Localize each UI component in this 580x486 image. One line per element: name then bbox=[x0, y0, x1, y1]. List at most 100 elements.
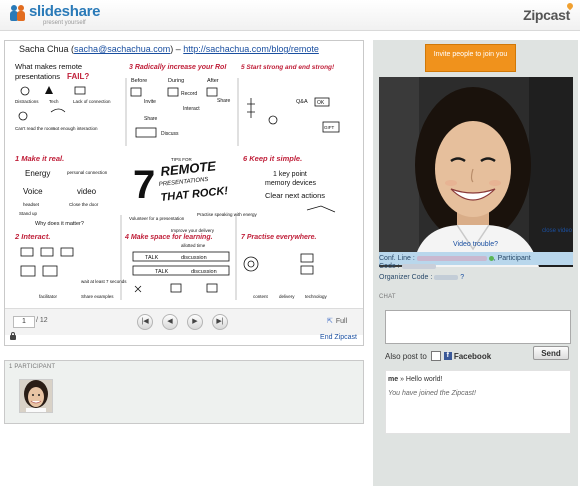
q-title-1: What makes remote bbox=[15, 62, 82, 71]
tip5-item-0: Q&A bbox=[296, 99, 308, 105]
tip7-item-2: technology bbox=[305, 294, 328, 299]
also-post-row: Also post to f Facebook bbox=[385, 351, 491, 361]
q-item-0: Distractions bbox=[15, 99, 39, 104]
logo-name: slideshare bbox=[29, 3, 101, 20]
tip1-item-6: Close the door bbox=[69, 202, 99, 207]
author-name: Sacha Chua bbox=[19, 44, 69, 54]
tip2-title: 2 Interact. bbox=[14, 232, 50, 241]
top-bar: slideshare present yourself Zipcast bbox=[0, 0, 580, 31]
conf-line-redacted bbox=[416, 255, 487, 261]
presentation-url-link[interactable]: http://sachachua.com/blog/remote bbox=[183, 44, 319, 54]
facebook-icon: f bbox=[443, 352, 452, 360]
participant-avatar[interactable] bbox=[19, 379, 53, 413]
end-zipcast-link[interactable]: End Zipcast bbox=[320, 334, 357, 341]
tip1-item-3: video bbox=[77, 187, 97, 196]
participants-count-label: 1 PARTICIPANT bbox=[9, 364, 56, 370]
tip6-item-0: 1 key point bbox=[273, 171, 307, 178]
tip7-item-1: delivery bbox=[279, 294, 295, 299]
tip3-item-0: Before bbox=[131, 78, 147, 84]
tip1-title: 1 Make it real. bbox=[15, 154, 64, 163]
fullscreen-icon: ⇱ bbox=[327, 318, 333, 325]
tip3-item-7: Interact bbox=[183, 106, 200, 112]
q-item-4: not enough interaction bbox=[53, 126, 98, 131]
tip4-title: 4 Make space for learning. bbox=[124, 234, 213, 241]
presentation-panel: Sacha Chua (sacha@sachachua.com) – http:… bbox=[4, 40, 364, 346]
fullscreen-label: Full bbox=[335, 318, 348, 325]
tip3-title: 3 Radically increase your RoI bbox=[129, 64, 227, 71]
tip2-item-1: facilitator bbox=[39, 294, 58, 299]
organizer-code-redacted bbox=[434, 274, 459, 280]
slide-sketchnote: What makes remote presentations FAIL? Di… bbox=[11, 58, 357, 309]
participant-photo bbox=[20, 380, 52, 412]
q-item-1: Tech bbox=[49, 99, 59, 104]
slideshare-logo-icon bbox=[10, 4, 26, 22]
slideshare-logo[interactable]: slideshare present yourself bbox=[10, 3, 101, 26]
webcam-video bbox=[379, 77, 573, 267]
tip6-item-1: memory devices bbox=[265, 180, 316, 187]
skip-forward-icon: ▶| bbox=[216, 318, 224, 325]
tip3-item-2: After bbox=[207, 78, 219, 84]
organizer-label: Organizer Code : bbox=[379, 274, 433, 281]
chat-message-separator: » bbox=[398, 376, 406, 383]
tip5-item-1: OK bbox=[317, 100, 325, 106]
tip4-item-1: TALK bbox=[145, 255, 159, 261]
conf-line-suffix: , Participant bbox=[493, 255, 531, 262]
organizer-help-link[interactable]: ? bbox=[460, 274, 464, 281]
tip2-item-0: wait at least 7 seconds bbox=[81, 279, 127, 284]
zipcast-brand: Zipcast bbox=[523, 7, 570, 23]
tip6-item-2: Clear next actions bbox=[265, 191, 325, 200]
slide-controls: 1 / 12 |◀ ◀ ▶ ▶| ⇱ Full bbox=[5, 308, 363, 335]
tip1-item-7: Why does it matter? bbox=[35, 221, 84, 227]
chat-message: me » Hello world! bbox=[388, 376, 443, 383]
close-video-link[interactable]: close video bbox=[542, 228, 572, 234]
chat-input[interactable] bbox=[385, 310, 571, 344]
conf-line-label: Conf. Line : bbox=[379, 255, 415, 262]
fullscreen-button[interactable]: ⇱ Full bbox=[327, 317, 347, 325]
tip3-item-6: Share bbox=[144, 116, 158, 122]
chat-message-user: me bbox=[388, 376, 399, 383]
tip3-item-4: Record bbox=[181, 91, 197, 97]
page-number-input[interactable]: 1 bbox=[13, 316, 35, 328]
tip6-title: 6 Keep it simple. bbox=[243, 154, 302, 163]
page-total: / 12 bbox=[36, 317, 48, 324]
last-slide-button[interactable]: ▶| bbox=[212, 314, 228, 330]
tip3-item-3: Invite bbox=[144, 99, 156, 105]
zipcast-side-panel: Invite people to join you close video Vi… bbox=[373, 40, 578, 486]
tip1-item-4: headset bbox=[23, 202, 40, 207]
code-label: Code : bbox=[379, 263, 400, 270]
tip4-item-2: discussion bbox=[181, 255, 207, 261]
next-slide-button[interactable]: ▶ bbox=[187, 314, 203, 330]
chat-heading: CHAT bbox=[379, 294, 396, 300]
q-title-3: FAIL? bbox=[67, 72, 89, 81]
chat-messages: me » Hello world! You have joined the Zi… bbox=[385, 370, 571, 434]
webcam-icon bbox=[379, 77, 573, 267]
previous-slide-button[interactable]: ◀ bbox=[162, 314, 178, 330]
tip5-title: 5 Start strong and end strong! bbox=[241, 64, 335, 71]
next-icon: ▶ bbox=[192, 318, 198, 325]
video-trouble-link[interactable]: Video trouble? bbox=[373, 241, 578, 248]
tip1-item-2: Voice bbox=[23, 187, 43, 196]
author-email-link[interactable]: sacha@sachachua.com bbox=[74, 44, 170, 54]
facebook-checkbox[interactable] bbox=[430, 351, 441, 361]
participant-code: Code : bbox=[379, 263, 436, 270]
organizer-code: Organizer Code : ? bbox=[379, 274, 464, 281]
skip-back-icon: |◀ bbox=[141, 318, 149, 325]
middle-item-0: Volunteer for a presentation bbox=[129, 216, 185, 221]
send-button[interactable]: Send bbox=[533, 346, 569, 360]
participants-panel: 1 PARTICIPANT bbox=[4, 360, 364, 424]
logo-tagline: present yourself bbox=[43, 20, 86, 26]
lock-icon bbox=[10, 332, 16, 340]
tip1-item-1: personal connection bbox=[67, 170, 108, 175]
slide-canvas[interactable]: What makes remote presentations FAIL? Di… bbox=[11, 58, 357, 309]
q-item-3: Can't read the room bbox=[15, 126, 55, 131]
invite-people-button[interactable]: Invite people to join you bbox=[425, 44, 516, 72]
title-7: 7 bbox=[133, 163, 155, 207]
facebook-label: Facebook bbox=[453, 351, 492, 361]
tip7-title: 7 Practise everywhere. bbox=[241, 234, 317, 241]
first-slide-button[interactable]: |◀ bbox=[137, 314, 153, 330]
also-post-label: Also post to bbox=[385, 351, 427, 361]
middle-item-2: Improve your delivery bbox=[171, 228, 215, 233]
tip7-item-0: content bbox=[253, 294, 269, 299]
q-item-2: Lack of connection bbox=[73, 99, 111, 104]
code-redacted bbox=[401, 263, 436, 269]
